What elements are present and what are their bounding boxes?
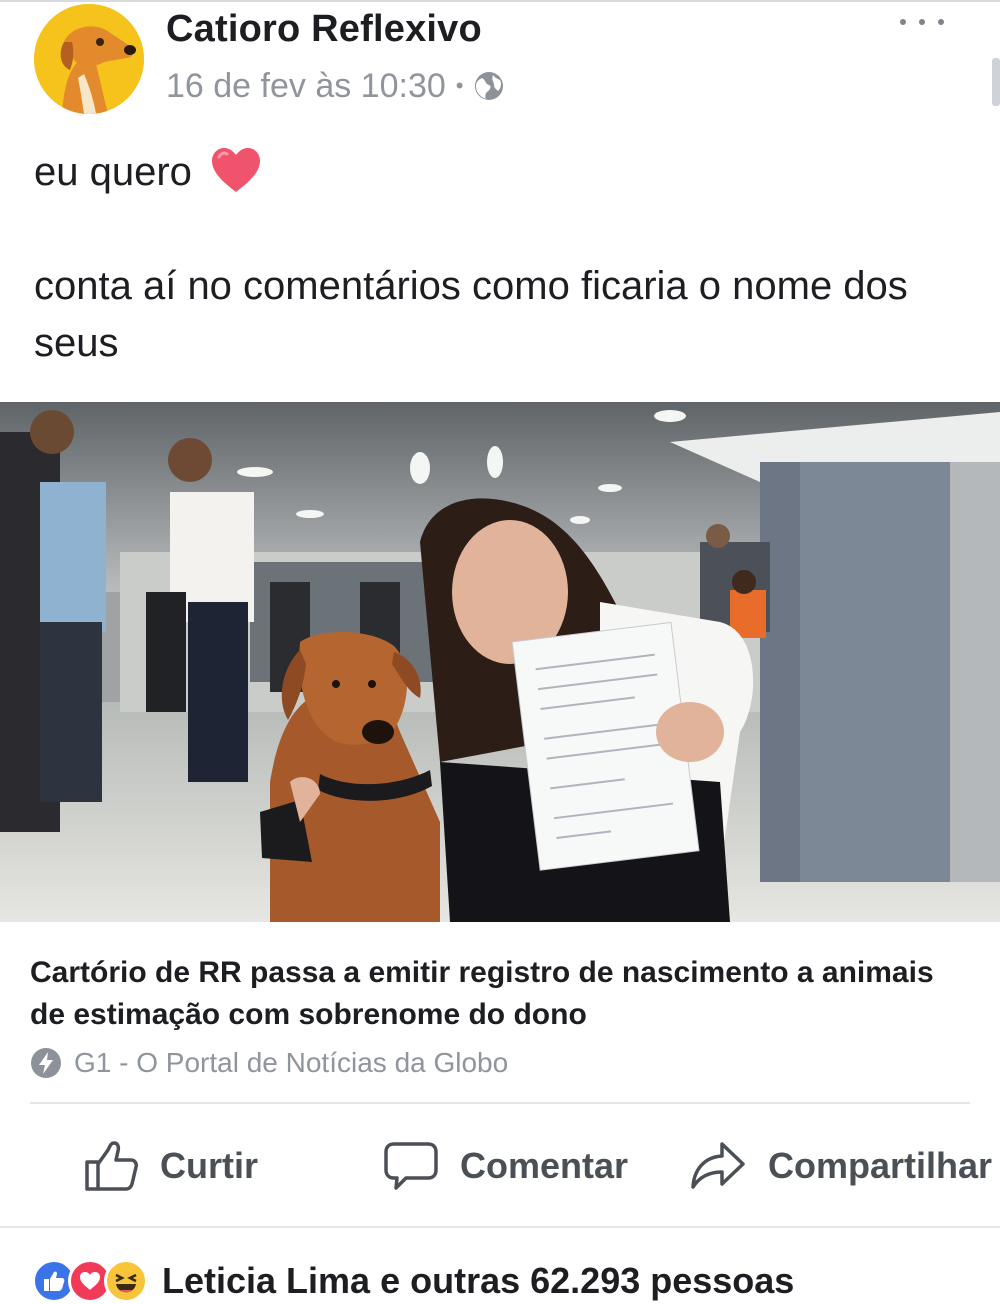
- action-bar: Curtir Comentar Compartilhar: [0, 1128, 1000, 1204]
- globe-icon: [475, 72, 504, 100]
- reactions-summary[interactable]: Leticia Lima e outras 62.293 pessoas: [32, 1258, 794, 1304]
- avatar[interactable]: [34, 4, 144, 114]
- scrollbar-thumb[interactable]: [992, 58, 1000, 106]
- post-text-line1-label: eu quero: [34, 150, 192, 194]
- post-text-line2: conta aí no comentários como ficaria o n…: [34, 264, 908, 365]
- share-arrow-icon: [691, 1142, 745, 1189]
- card-divider: [30, 1102, 970, 1104]
- comment-button[interactable]: Comentar: [384, 1128, 628, 1204]
- reaction-icons: [32, 1259, 148, 1303]
- more-options-button[interactable]: [900, 12, 944, 32]
- lightning-bolt-icon: [31, 1048, 61, 1078]
- thumbs-up-icon: [85, 1141, 138, 1191]
- comment-label: Comentar: [460, 1145, 629, 1186]
- link-source: G1 - O Portal de Notícias da Globo: [30, 1046, 508, 1080]
- post-text: eu quero conta aí no comentários como fi…: [34, 144, 974, 372]
- like-button[interactable]: Curtir: [84, 1128, 258, 1204]
- reactions-label[interactable]: Leticia Lima e outras 62.293 pessoas: [162, 1260, 794, 1302]
- actions-divider: [0, 1226, 1000, 1228]
- photo-image: [0, 402, 1000, 922]
- link-preview-card[interactable]: Cartório de RR passa a emitir registro d…: [0, 922, 1000, 1100]
- share-button[interactable]: Compartilhar: [690, 1128, 992, 1204]
- dog-avatar-icon: [34, 4, 144, 114]
- link-title[interactable]: Cartório de RR passa a emitir registro d…: [30, 952, 970, 1036]
- haha-icon: [104, 1259, 148, 1303]
- ellipsis-icon: [900, 19, 906, 25]
- heart-icon: [212, 148, 261, 192]
- meta-separator: •: [455, 73, 464, 98]
- like-label: Curtir: [160, 1145, 258, 1186]
- post-photo[interactable]: [0, 402, 1000, 922]
- post-meta: 16 de fev às 10:30 •: [166, 66, 505, 106]
- link-source-label: G1 - O Portal de Notícias da Globo: [74, 1047, 509, 1078]
- post-text-line1: eu quero: [34, 144, 974, 201]
- post-header: Catioro Reflexivo 16 de fev às 10:30 •: [0, 0, 1000, 120]
- post-author[interactable]: Catioro Reflexivo: [166, 8, 482, 51]
- share-label: Compartilhar: [768, 1145, 993, 1186]
- post-timestamp[interactable]: 16 de fev às 10:30: [166, 67, 446, 106]
- comment-bubble-icon: [384, 1142, 438, 1190]
